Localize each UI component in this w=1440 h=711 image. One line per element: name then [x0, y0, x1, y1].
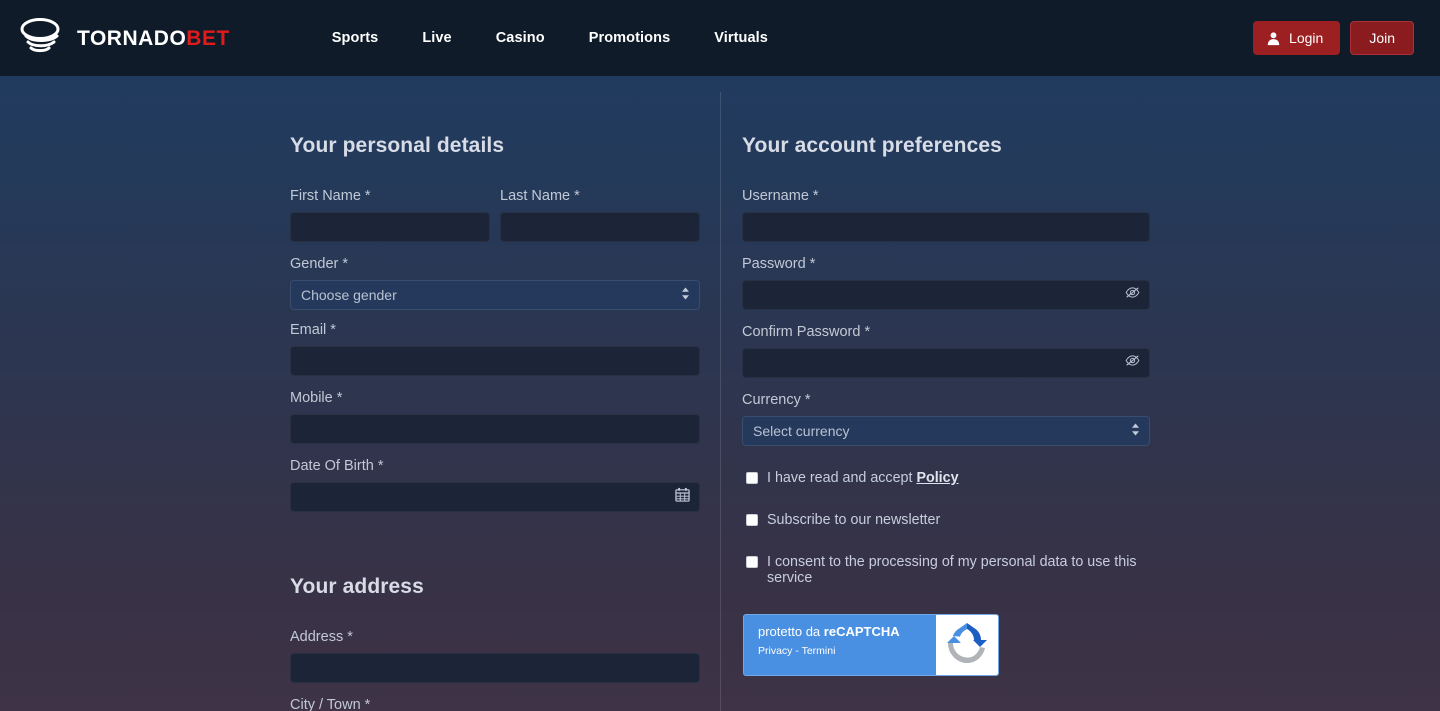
dob-label: Date Of Birth *	[290, 458, 700, 474]
last-name-input[interactable]	[500, 212, 700, 242]
brand-logo[interactable]: TORNADOBET	[16, 16, 230, 60]
recaptcha-logo-container	[936, 615, 998, 675]
consent-newsletter-checkbox[interactable]	[746, 514, 758, 526]
gender-select-value: Choose gender	[301, 287, 397, 303]
currency-label: Currency *	[742, 392, 1150, 408]
main-nav: Sports Live Casino Promotions Virtuals	[310, 20, 790, 56]
registration-content: Your personal details First Name * Last …	[0, 76, 1440, 711]
consent-policy-checkbox[interactable]	[746, 472, 758, 484]
last-name-group: Last Name *	[500, 188, 700, 242]
username-label: Username *	[742, 188, 1150, 204]
column-divider	[720, 92, 721, 711]
join-button[interactable]: Join	[1350, 21, 1414, 55]
name-fields-row: First Name * Last Name *	[290, 188, 700, 242]
username-input[interactable]	[742, 212, 1150, 242]
confirm-password-group: Confirm Password *	[742, 324, 1150, 378]
brand-name-white: TORNADO	[77, 27, 186, 50]
password-group: Password *	[742, 256, 1150, 310]
nav-item-sports[interactable]: Sports	[310, 20, 401, 56]
site-header: TORNADOBET Sports Live Casino Promotions…	[0, 0, 1440, 76]
login-button-label: Login	[1289, 30, 1323, 46]
chevron-updown-icon	[681, 287, 690, 304]
address-label: Address *	[290, 629, 700, 645]
email-label: Email *	[290, 322, 700, 338]
brand-name-red: BET	[186, 27, 230, 50]
password-input[interactable]	[742, 280, 1150, 310]
recaptcha-links[interactable]: Privacy - Termini	[758, 645, 936, 659]
chevron-updown-icon	[1131, 423, 1140, 440]
recaptcha-text: protetto da reCAPTCHA Privacy - Termini	[744, 615, 936, 675]
dob-group: Date Of Birth *	[290, 458, 700, 512]
eye-off-icon[interactable]	[1125, 286, 1140, 304]
gender-label: Gender *	[290, 256, 700, 272]
consent-data-processing-label: I consent to the processing of my person…	[767, 554, 1150, 586]
first-name-group: First Name *	[290, 188, 490, 242]
mobile-group: Mobile *	[290, 390, 700, 444]
consent-policy-label: I have read and accept Policy	[767, 470, 959, 486]
confirm-password-label: Confirm Password *	[742, 324, 1150, 340]
personal-details-title: Your personal details	[290, 134, 504, 158]
last-name-label: Last Name *	[500, 188, 700, 204]
city-label: City / Town *	[290, 697, 700, 711]
registration-page: TORNADOBET Sports Live Casino Promotions…	[0, 0, 1440, 711]
currency-group: Currency * Select currency	[742, 392, 1150, 446]
first-name-label: First Name *	[290, 188, 490, 204]
account-preferences-title: Your account preferences	[742, 134, 1002, 158]
currency-select-value: Select currency	[753, 423, 849, 439]
consent-policy-text: I have read and accept	[767, 470, 916, 486]
login-button[interactable]: Login	[1253, 21, 1340, 55]
consent-policy-row: I have read and accept Policy	[746, 470, 1150, 486]
policy-link[interactable]: Policy	[916, 470, 958, 486]
username-group: Username *	[742, 188, 1150, 242]
recaptcha-icon	[947, 623, 987, 668]
consent-data-processing-row: I consent to the processing of my person…	[746, 554, 1150, 586]
recaptcha-protected-prefix: protetto da	[758, 624, 824, 639]
brand-wordmark: TORNADOBET	[77, 28, 230, 49]
dob-input[interactable]	[290, 482, 700, 512]
confirm-password-input[interactable]	[742, 348, 1150, 378]
email-input[interactable]	[290, 346, 700, 376]
consent-newsletter-row: Subscribe to our newsletter	[746, 512, 1150, 528]
recaptcha-badge[interactable]: protetto da reCAPTCHA Privacy - Termini	[743, 614, 999, 676]
gender-select[interactable]: Choose gender	[290, 280, 700, 310]
consent-newsletter-label: Subscribe to our newsletter	[767, 512, 940, 528]
recaptcha-protected-line: protetto da reCAPTCHA	[758, 624, 936, 641]
currency-select[interactable]: Select currency	[742, 416, 1150, 446]
calendar-icon[interactable]	[675, 487, 690, 507]
user-icon	[1266, 31, 1281, 46]
tornado-icon	[16, 18, 68, 58]
consents-list: I have read and accept Policy Subscribe …	[746, 470, 1150, 587]
header-actions: Login Join	[1253, 21, 1414, 55]
nav-item-live[interactable]: Live	[400, 20, 473, 56]
eye-off-icon[interactable]	[1125, 354, 1140, 372]
gender-group: Gender * Choose gender	[290, 256, 700, 310]
city-group: City / Town *	[290, 697, 700, 711]
consent-data-processing-checkbox[interactable]	[746, 556, 758, 568]
address-group: Address *	[290, 629, 700, 683]
nav-item-casino[interactable]: Casino	[474, 20, 567, 56]
recaptcha-brand: reCAPTCHA	[824, 624, 900, 639]
first-name-input[interactable]	[290, 212, 490, 242]
email-group: Email *	[290, 322, 700, 376]
nav-item-virtuals[interactable]: Virtuals	[692, 20, 790, 56]
password-label: Password *	[742, 256, 1150, 272]
address-input[interactable]	[290, 653, 700, 683]
mobile-input[interactable]	[290, 414, 700, 444]
nav-item-promotions[interactable]: Promotions	[567, 20, 693, 56]
address-title: Your address	[290, 575, 424, 599]
mobile-label: Mobile *	[290, 390, 700, 406]
